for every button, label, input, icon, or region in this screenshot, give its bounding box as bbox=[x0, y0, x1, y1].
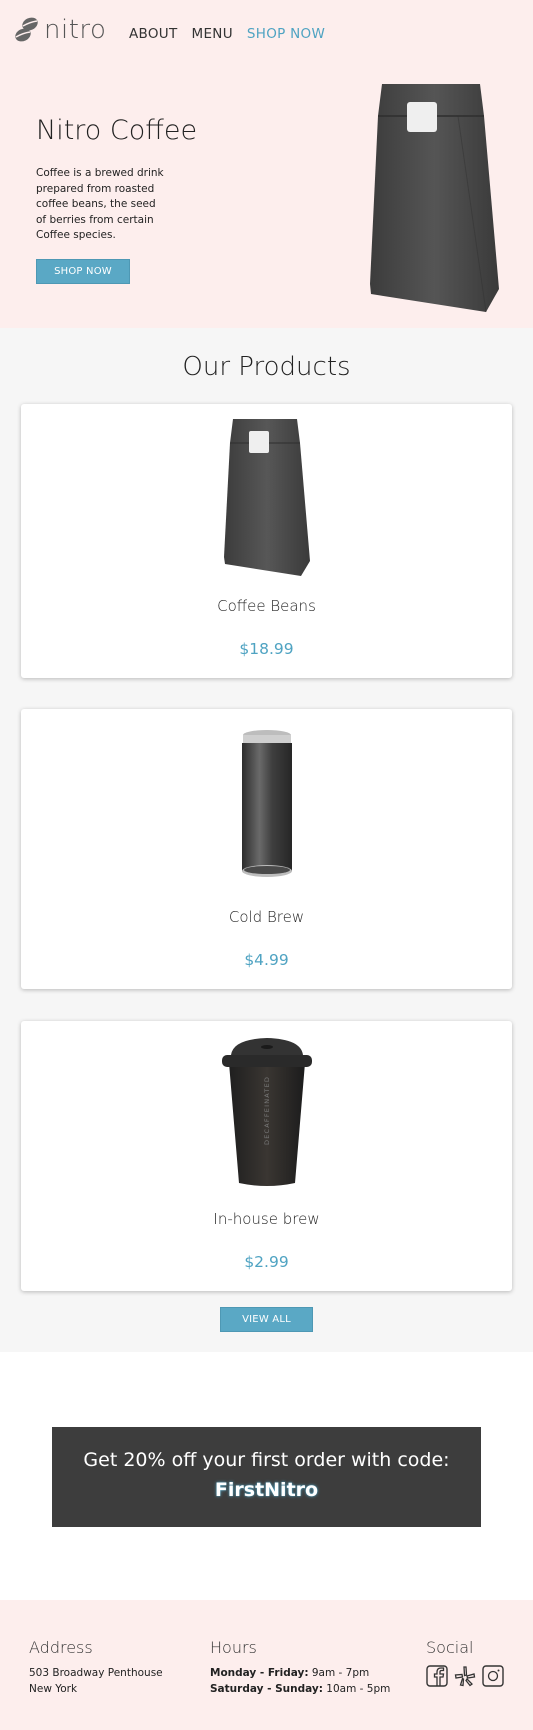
hours-value: 9am - 7pm bbox=[311, 1667, 370, 1679]
address-heading: Address bbox=[29, 1638, 93, 1657]
coffee-bag-icon bbox=[368, 84, 502, 318]
product-price: $4.99 bbox=[244, 951, 289, 969]
nav-about[interactable]: ABOUT bbox=[129, 26, 178, 42]
hero-description: Coffee is a brewed drink prepared from r… bbox=[36, 167, 164, 241]
brand-name: nitro bbox=[44, 15, 107, 45]
view-all-button[interactable]: VIEW ALL bbox=[220, 1307, 313, 1332]
product-card-in-house-brew[interactable]: DECAFFEINATED In-house brew $2.99 bbox=[21, 1021, 512, 1291]
hours-label: Monday - Friday: bbox=[210, 1667, 309, 1679]
hours-row-weekday: Monday - Friday: 9am - 7pm bbox=[210, 1665, 390, 1681]
site-footer: Address 503 Broadway Penthouse New York … bbox=[0, 1600, 533, 1730]
nav-menu[interactable]: MENU bbox=[192, 26, 233, 42]
yelp-icon[interactable] bbox=[454, 1665, 476, 1687]
product-card-cold-brew[interactable]: Cold Brew $4.99 bbox=[21, 709, 512, 989]
logo[interactable]: nitro bbox=[13, 15, 106, 45]
hours-heading: Hours bbox=[210, 1638, 257, 1657]
footer-social: Social bbox=[426, 1638, 504, 1687]
coffee-cup-icon: DECAFFEINATED bbox=[21, 1035, 512, 1189]
main-nav: ABOUT MENU SHOP NOW bbox=[129, 26, 339, 42]
hero-shop-now-button[interactable]: SHOP NOW bbox=[36, 259, 130, 284]
product-name: In-house brew bbox=[213, 1210, 320, 1228]
promo-banner: Get 20% off your first order with code: … bbox=[52, 1427, 481, 1527]
coffee-beans-logo-icon bbox=[15, 17, 38, 42]
footer-hours: Hours Monday - Friday: 9am - 7pm Saturda… bbox=[210, 1638, 390, 1697]
nav-shop-now[interactable]: SHOP NOW bbox=[247, 26, 325, 42]
social-heading: Social bbox=[426, 1638, 474, 1657]
footer-address: Address 503 Broadway Penthouse New York bbox=[29, 1638, 163, 1697]
product-card-coffee-beans[interactable]: Coffee Beans $18.99 bbox=[21, 404, 512, 678]
products-title: Our Products bbox=[182, 352, 351, 382]
facebook-icon[interactable] bbox=[426, 1665, 448, 1687]
hero-title: Nitro Coffee bbox=[36, 115, 198, 146]
hours-row-weekend: Saturday - Sunday: 10am - 5pm bbox=[210, 1681, 390, 1697]
can-icon bbox=[21, 729, 512, 881]
hours-label: Saturday - Sunday: bbox=[210, 1683, 323, 1695]
hero-section: Nitro Coffee Coffee is a brewed drink pr… bbox=[0, 68, 533, 328]
products-section: Our Products Coffee Beans $18.99 Cold Br… bbox=[0, 328, 533, 1352]
product-price: $2.99 bbox=[244, 1253, 289, 1271]
product-name: Cold Brew bbox=[228, 908, 305, 926]
product-price: $18.99 bbox=[239, 640, 294, 658]
coffee-bag-icon bbox=[21, 419, 512, 577]
site-header: nitro ABOUT MENU SHOP NOW bbox=[0, 0, 533, 68]
svg-text:DECAFFEINATED: DECAFFEINATED bbox=[263, 1076, 271, 1145]
hours-value: 10am - 5pm bbox=[326, 1683, 391, 1695]
promo-code: FirstNitro bbox=[214, 1479, 319, 1501]
promo-text: Get 20% off your first order with code: bbox=[83, 1449, 450, 1471]
instagram-icon[interactable] bbox=[482, 1665, 504, 1687]
address-line-2: New York bbox=[29, 1683, 78, 1695]
product-name: Coffee Beans bbox=[217, 597, 316, 615]
address-line-1: 503 Broadway Penthouse bbox=[29, 1667, 163, 1679]
